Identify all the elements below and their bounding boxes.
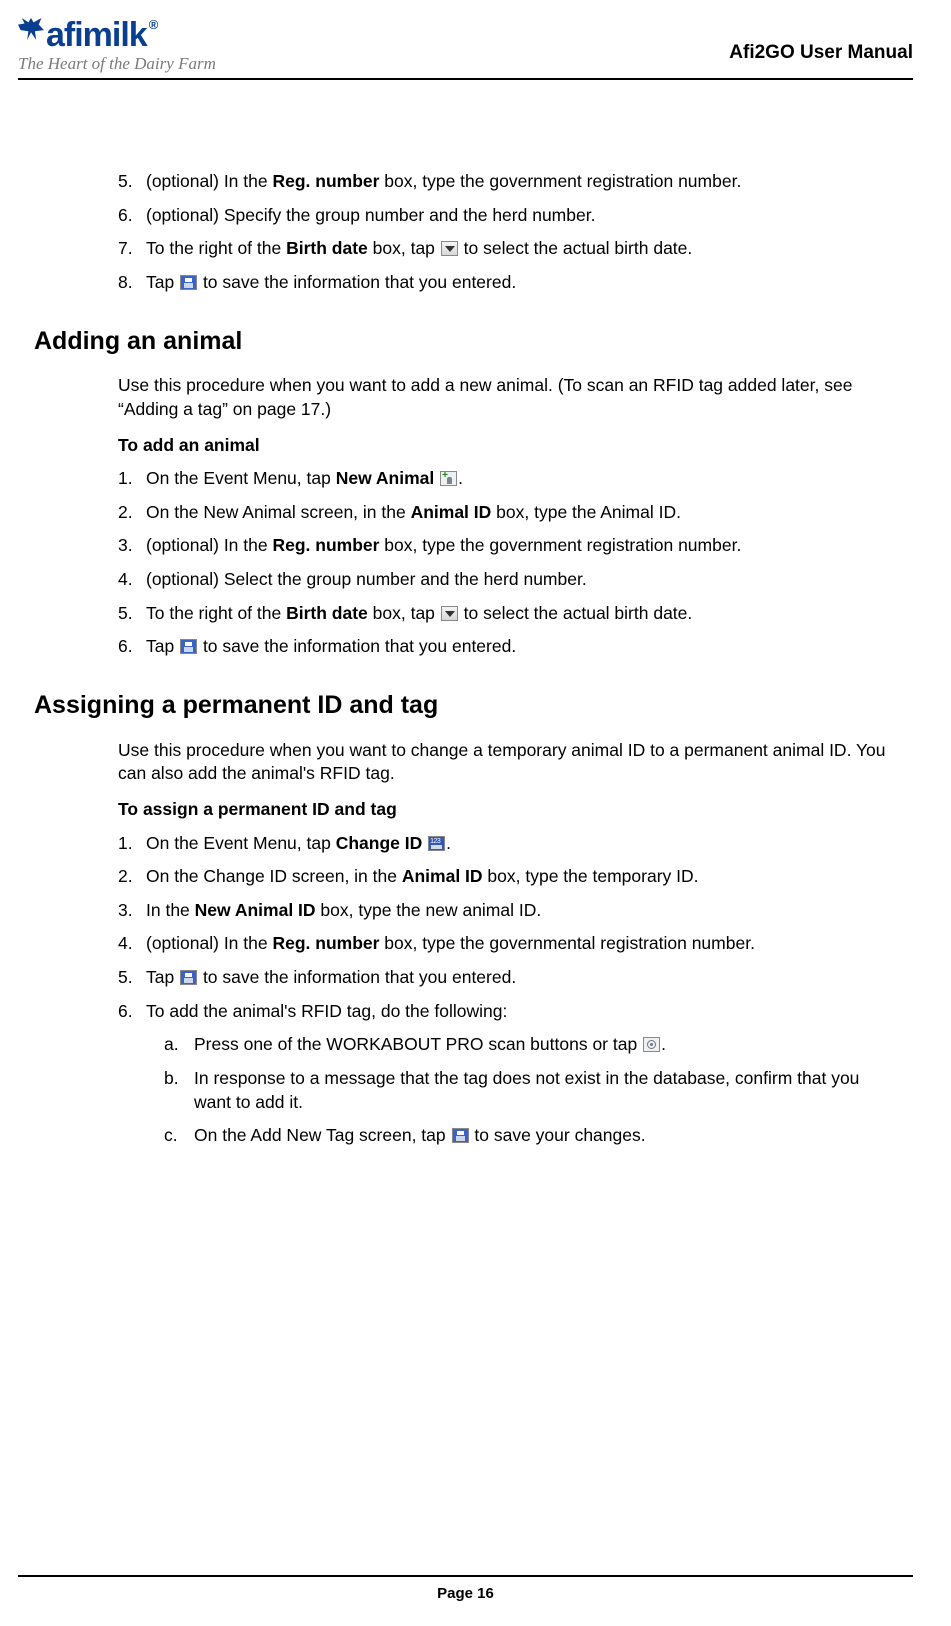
change-id-icon [428, 836, 445, 851]
list-item: c. On the Add New Tag screen, tap to sav… [164, 1124, 901, 1148]
list-item: 2. On the New Animal screen, in the Anim… [118, 501, 901, 525]
page-content: 5. (optional) In the Reg. number box, ty… [118, 170, 901, 1158]
step-list-assign-id: 1. On the Event Menu, tap Change ID . 2.… [118, 832, 901, 1158]
list-item: b. In response to a message that the tag… [164, 1067, 901, 1114]
save-disk-icon [452, 1128, 469, 1143]
brand-tagline: The Heart of the Dairy Farm [18, 54, 216, 74]
list-item: 7. To the right of the Birth date box, t… [118, 237, 901, 261]
dropdown-arrow-icon [441, 241, 458, 256]
step-list-continuation: 5. (optional) In the Reg. number box, ty… [118, 170, 901, 295]
list-item: 1. On the Event Menu, tap New Animal . [118, 467, 901, 491]
list-item: 5. Tap to save the information that you … [118, 966, 901, 990]
list-item: 2. On the Change ID screen, in the Anima… [118, 865, 901, 889]
list-item: 8. Tap to save the information that you … [118, 271, 901, 295]
list-item: 3. (optional) In the Reg. number box, ty… [118, 534, 901, 558]
page-header: afimilk ® The Heart of the Dairy Farm Af… [18, 18, 913, 80]
list-item: 5. (optional) In the Reg. number box, ty… [118, 170, 901, 194]
logo-text: afimilk [46, 18, 147, 52]
section-heading-adding-animal: Adding an animal [34, 325, 901, 359]
procedure-subhead: To assign a permanent ID and tag [118, 798, 901, 822]
procedure-subhead: To add an animal [118, 434, 901, 458]
step-list-adding-animal: 1. On the Event Menu, tap New Animal . 2… [118, 467, 901, 659]
page-number: Page 16 [437, 1585, 494, 1602]
list-item: 1. On the Event Menu, tap Change ID . [118, 832, 901, 856]
save-disk-icon [180, 639, 197, 654]
list-item: 6. To add the animal's RFID tag, do the … [118, 1000, 901, 1158]
page-footer: Page 16 [18, 1575, 913, 1602]
list-item: 6. Tap to save the information that you … [118, 635, 901, 659]
list-item: 4. (optional) Select the group number an… [118, 568, 901, 592]
registered-mark: ® [149, 18, 158, 31]
section-intro: Use this procedure when you want to chan… [118, 739, 901, 786]
list-item: 5. To the right of the Birth date box, t… [118, 602, 901, 626]
brand-logo: afimilk ® The Heart of the Dairy Farm [18, 18, 216, 74]
save-disk-icon [180, 970, 197, 985]
cow-icon [18, 18, 44, 40]
dropdown-arrow-icon [441, 606, 458, 621]
scan-icon [643, 1037, 660, 1052]
section-intro: Use this procedure when you want to add … [118, 374, 901, 421]
save-disk-icon [180, 275, 197, 290]
new-animal-icon [440, 471, 457, 486]
list-item: a. Press one of the WORKABOUT PRO scan b… [164, 1033, 901, 1057]
substep-list: a. Press one of the WORKABOUT PRO scan b… [146, 1033, 901, 1148]
list-item: 3. In the New Animal ID box, type the ne… [118, 899, 901, 923]
list-item: 6. (optional) Specify the group number a… [118, 204, 901, 228]
list-item: 4. (optional) In the Reg. number box, ty… [118, 932, 901, 956]
document-title: Afi2GO User Manual [729, 42, 913, 64]
section-heading-assign-id-tag: Assigning a permanent ID and tag [34, 689, 901, 723]
